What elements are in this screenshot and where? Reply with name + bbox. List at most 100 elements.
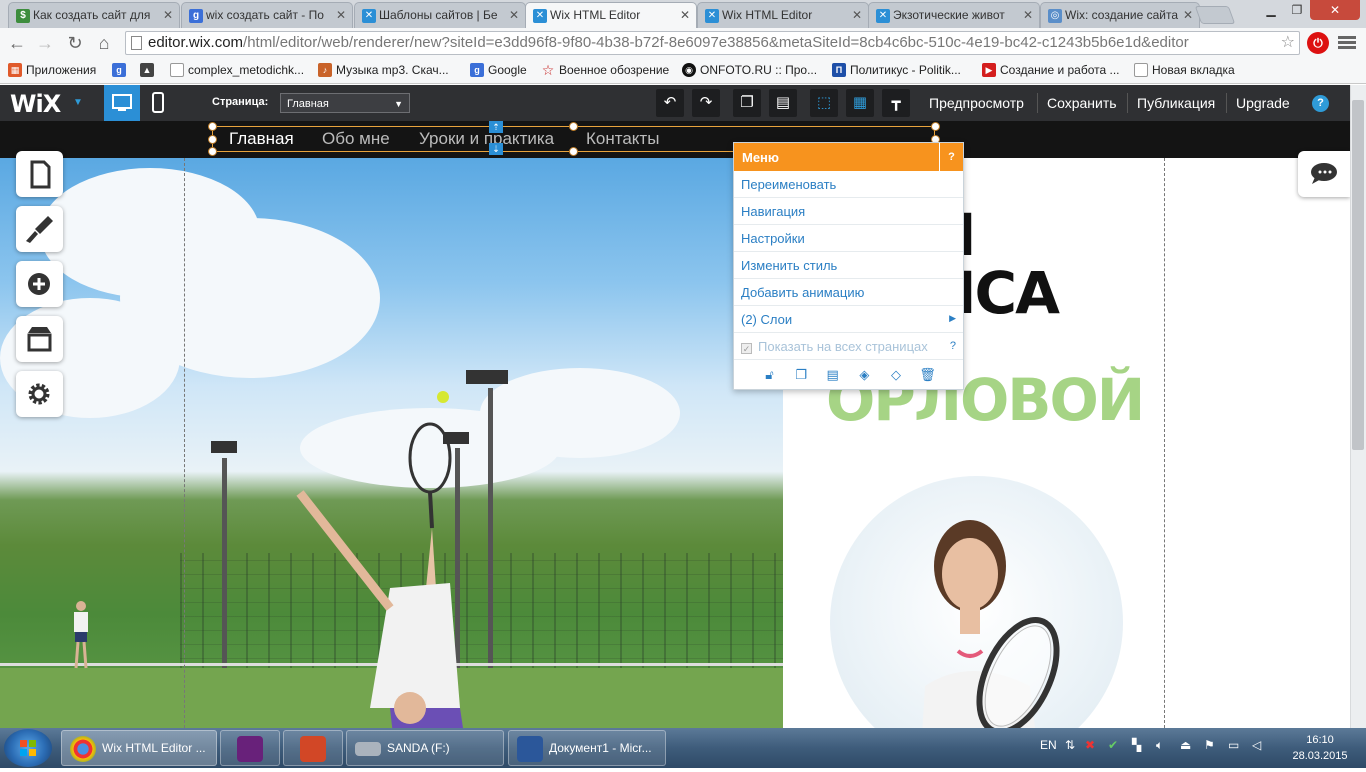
help-icon[interactable]: ?	[950, 340, 956, 352]
ruler-button[interactable]: ┳	[882, 89, 910, 117]
close-icon[interactable]: ✕	[852, 8, 862, 22]
undo-button[interactable]: ↶	[656, 89, 684, 117]
bookmark-item[interactable]: Новая вкладка	[1134, 63, 1235, 77]
close-icon[interactable]: ✕	[1183, 8, 1193, 22]
page-select[interactable]: Главная ▼	[280, 93, 410, 113]
bookmark-item[interactable]: ◉ ONFOTO.RU :: Про...	[682, 63, 817, 77]
resize-handle[interactable]	[208, 147, 217, 156]
resize-handle[interactable]	[569, 147, 578, 156]
tray-check-icon[interactable]: ✔	[1108, 738, 1118, 752]
bookmark-item[interactable]: ☆ Военное обозрение	[541, 63, 670, 77]
minimize-icon[interactable]: ▁	[1258, 0, 1284, 20]
tray-arrows-icon[interactable]: ⇅	[1065, 738, 1075, 752]
volume-icon[interactable]: 🔈︎	[1156, 738, 1163, 753]
new-tab-button[interactable]	[1194, 6, 1236, 24]
snap-button[interactable]: ⬚	[810, 89, 838, 117]
resize-handle[interactable]	[569, 122, 578, 131]
tray-flag-icon[interactable]: ⚑	[1204, 738, 1215, 752]
tray-device-icon[interactable]: ⏏	[1180, 738, 1191, 752]
scrollbar-thumb[interactable]	[1352, 100, 1364, 450]
preview-button[interactable]: Предпросмотр	[929, 95, 1024, 111]
bookmark-item[interactable]: П Политикус - Politik...	[832, 63, 961, 77]
browser-tab[interactable]: ◎ Wix: создание сайта ✕	[1040, 2, 1200, 28]
taskbar-chrome[interactable]: Wix HTML Editor ...	[61, 730, 217, 766]
browser-tab[interactable]: ✕ Шаблоны сайтов | Бе ✕	[354, 2, 526, 28]
browser-tab-active[interactable]: ✕ Wix HTML Editor ✕	[525, 2, 697, 28]
tray-speaker-icon[interactable]: ◁	[1252, 738, 1261, 752]
bookmark-item[interactable]: ▶ Создание и работа ...	[982, 63, 1120, 77]
publish-button[interactable]: Публикация	[1137, 95, 1215, 111]
language-indicator[interactable]: EN	[1040, 738, 1057, 752]
bookmark-star-icon[interactable]: ☆	[1281, 32, 1295, 54]
hero-photo[interactable]	[0, 158, 783, 728]
chat-button[interactable]	[1298, 151, 1350, 197]
site-header[interactable]: Главная Обо мне Уроки и практика Контакт…	[0, 121, 1350, 158]
mobile-view-button[interactable]	[140, 85, 176, 121]
bookmark-item[interactable]: g Google	[470, 63, 527, 77]
back-icon[interactable]: ←	[6, 33, 28, 53]
taskbar-powerpoint[interactable]	[283, 730, 343, 766]
settings-button[interactable]	[16, 371, 63, 417]
taskbar-explorer[interactable]: SANDA (F:)	[346, 730, 504, 766]
adblock-icon[interactable]: ⏻	[1307, 32, 1329, 54]
chevron-down-icon[interactable]: ▼	[73, 97, 83, 108]
align-button[interactable]: ▦	[846, 89, 874, 117]
bookmark-item[interactable]: complex_metodichk...	[170, 63, 304, 77]
menu-item-navigation[interactable]: Навигация	[734, 198, 963, 225]
add-button[interactable]	[16, 261, 63, 307]
paste-icon[interactable]: ▤	[822, 366, 844, 384]
forward-icon[interactable]: →	[34, 33, 56, 53]
help-icon[interactable]: ?	[939, 143, 963, 171]
menu-item-rename[interactable]: Переименовать	[734, 171, 963, 198]
close-icon[interactable]: ✕	[163, 8, 173, 22]
trash-icon[interactable]: 🗑︎	[917, 366, 939, 384]
tray-monitor-icon[interactable]: ▭	[1228, 738, 1239, 752]
address-bar[interactable]: editor.wix.com/html/editor/web/renderer/…	[125, 31, 1300, 55]
taskbar-word[interactable]: Документ1 - Micr...	[508, 730, 666, 766]
copy-button[interactable]: ❐	[733, 89, 761, 117]
menu-item-change-style[interactable]: Изменить стиль	[734, 252, 963, 279]
close-icon[interactable]: ✕	[680, 8, 690, 22]
home-icon[interactable]: ⌂	[93, 33, 115, 53]
editor-canvas[interactable]: Главная Обо мне Уроки и практика Контакт…	[0, 121, 1350, 728]
close-icon[interactable]: ✕	[1023, 8, 1033, 22]
start-button[interactable]	[4, 729, 52, 767]
resize-handle[interactable]	[208, 135, 217, 144]
bookmark-item[interactable]: ♪ Музыка mp3. Скач...	[318, 63, 449, 77]
close-icon[interactable]: ✕	[336, 8, 346, 22]
tray-network-icon[interactable]: ▚	[1132, 738, 1141, 752]
browser-tab[interactable]: $ Как создать сайт для ✕	[8, 2, 180, 28]
taskbar-visual-studio[interactable]	[220, 730, 280, 766]
browser-tab[interactable]: ✕ Wix HTML Editor ✕	[697, 2, 869, 28]
close-icon[interactable]: ✕	[509, 8, 519, 22]
bookmark-apps[interactable]: ▦ Приложения	[8, 63, 96, 77]
resize-handle[interactable]	[931, 122, 940, 131]
window-close-icon[interactable]: ✕	[1310, 0, 1360, 20]
help-icon[interactable]: ?	[1312, 95, 1329, 112]
resize-handle[interactable]	[208, 122, 217, 131]
clock[interactable]: 16:10 28.03.2015	[1285, 732, 1355, 764]
pages-button[interactable]	[16, 151, 63, 197]
redo-button[interactable]: ↷	[692, 89, 720, 117]
browser-tab[interactable]: ✕ Экзотические живот ✕	[868, 2, 1040, 28]
reload-icon[interactable]: ↻	[64, 33, 86, 53]
send-backward-icon[interactable]: ◇	[885, 366, 907, 384]
app-market-button[interactable]	[16, 316, 63, 362]
menu-item-add-animation[interactable]: Добавить анимацию	[734, 279, 963, 306]
menu-item-settings[interactable]: Настройки	[734, 225, 963, 252]
duplicate-icon[interactable]: ❐	[790, 366, 812, 384]
move-down-icon[interactable]: ⇣	[489, 143, 503, 155]
upgrade-button[interactable]: Upgrade	[1236, 95, 1290, 111]
bring-forward-icon[interactable]: ◈	[853, 366, 875, 384]
desktop-view-button[interactable]	[104, 85, 140, 121]
menu-item-layers[interactable]: (2) Слои ▶	[734, 306, 963, 333]
move-up-icon[interactable]: ⇡	[489, 121, 503, 133]
tray-antivirus-icon[interactable]: ✖	[1085, 738, 1095, 752]
save-button[interactable]: Сохранить	[1047, 95, 1117, 111]
design-button[interactable]	[16, 206, 63, 252]
unlock-icon[interactable]: 🔓︎	[758, 366, 780, 384]
show-on-all-pages-checkbox[interactable]: ✓ Показать на всех страницах?	[734, 333, 963, 360]
browser-tab[interactable]: g wix создать сайт - По ✕	[181, 2, 353, 28]
menu-icon[interactable]	[1338, 34, 1356, 52]
paste-button[interactable]: ▤	[769, 89, 797, 117]
